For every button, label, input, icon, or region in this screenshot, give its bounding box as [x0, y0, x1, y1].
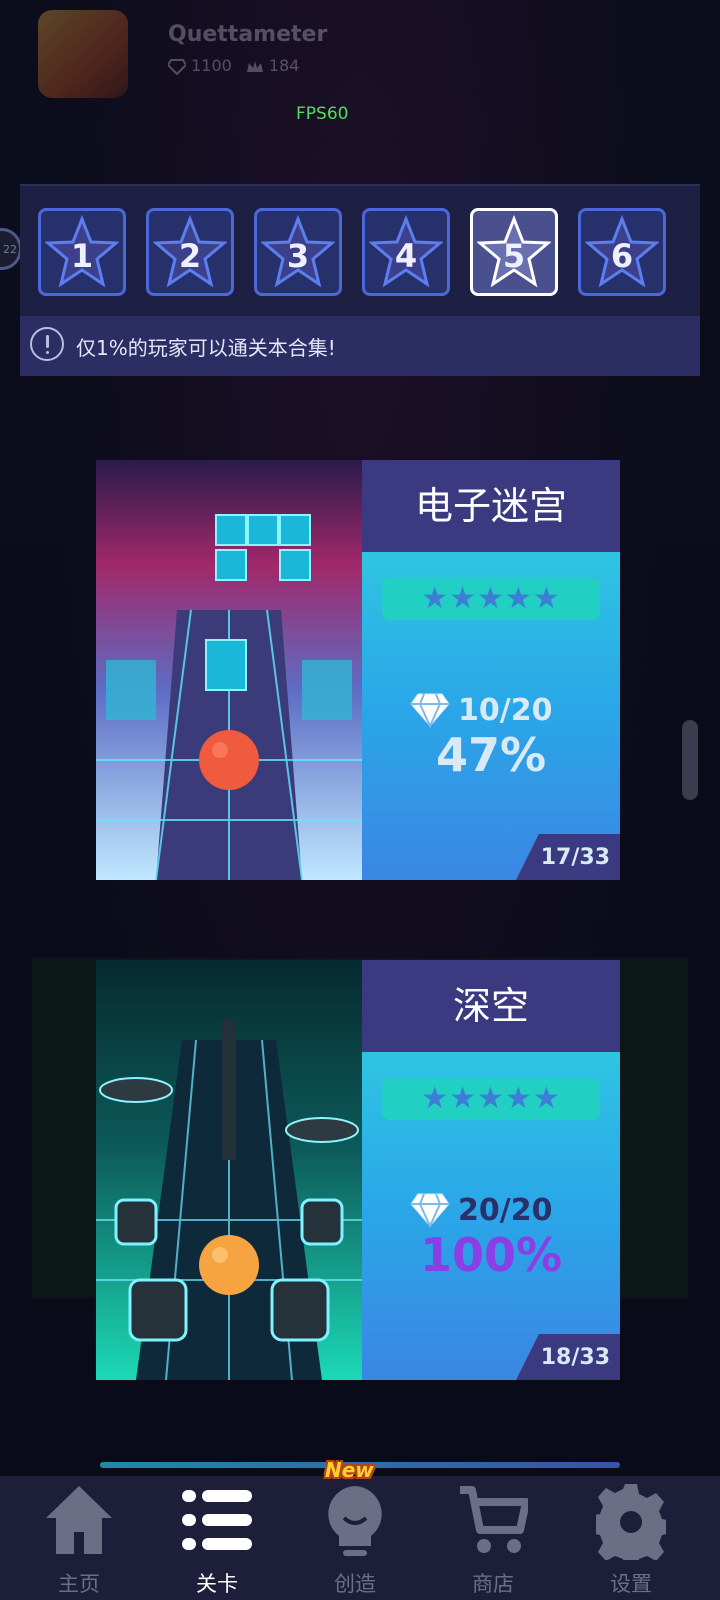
crown-icon — [246, 60, 263, 72]
tab-number: 2 — [178, 237, 202, 275]
collection-tab-2[interactable]: 2 — [146, 208, 234, 296]
gem-count: 20/20 — [458, 1192, 553, 1228]
collection-selector: 1 2 3 4 5 6 仅1%的玩家可以通关本合集! — [20, 184, 700, 376]
exclamation-icon — [30, 327, 64, 361]
fps-counter: FPS60 — [296, 104, 349, 124]
level-title: 电子迷宫 — [362, 460, 620, 552]
level-title: 深空 — [362, 960, 620, 1052]
level-card-1[interactable]: 电子迷宫 ★★★★★ 10/20 47% 17/33 — [96, 460, 620, 880]
tab-number: 4 — [394, 237, 418, 275]
player-stats: 1100 184 — [168, 56, 299, 75]
collection-notice: 仅1%的玩家可以通关本合集! — [20, 316, 700, 376]
nav-label: 商店 — [472, 1572, 514, 1596]
nav-label: 主页 — [58, 1572, 100, 1596]
nav-label: 设置 — [610, 1572, 652, 1596]
nav-home[interactable]: 主页 — [14, 1476, 144, 1600]
gem-count: 10/20 — [458, 692, 553, 728]
collection-tab-5[interactable]: 5 — [470, 208, 558, 296]
level-index: 17/33 — [516, 834, 620, 880]
nav-settings[interactable]: 设置 — [566, 1476, 696, 1600]
collection-tab-3[interactable]: 3 — [254, 208, 342, 296]
nav-shop[interactable]: 商店 — [428, 1476, 558, 1600]
tab-number: 6 — [610, 237, 634, 275]
tab-number: 1 — [70, 237, 94, 275]
player-name: Quettameter — [168, 22, 328, 47]
collection-tab-6[interactable]: 6 — [578, 208, 666, 296]
diamond-icon — [410, 693, 450, 728]
level-star-rating: ★★★★★ — [382, 578, 600, 620]
gear-icon — [596, 1484, 666, 1560]
list-icon — [182, 1490, 252, 1550]
crown-count: 184 — [268, 56, 300, 75]
new-badge: New — [325, 1458, 374, 1482]
bottom-navigation: 主页 关卡 创造 商店 设置 — [0, 1476, 720, 1600]
cart-icon — [460, 1486, 528, 1553]
gem-stat: 1100 — [168, 56, 232, 75]
star-rating-icons: ★★★★★ — [421, 581, 561, 616]
level-thumbnail — [96, 460, 362, 880]
star-rating-icons: ★★★★★ — [421, 1081, 561, 1116]
collection-tab-1[interactable]: 1 — [38, 208, 126, 296]
notice-text: 仅1%的玩家可以通关本合集! — [76, 336, 336, 360]
tab-number: 5 — [502, 237, 526, 275]
avatar — [38, 10, 128, 98]
completion-percent: 47% — [435, 728, 547, 782]
level-index: 18/33 — [516, 1334, 620, 1380]
player-profile: Quettameter 1100 184 — [38, 10, 678, 100]
gem-icon — [168, 58, 186, 75]
tab-number: 3 — [286, 237, 310, 275]
completion-percent: 100% — [419, 1228, 563, 1282]
nav-label: 创造 — [334, 1572, 376, 1596]
diamond-icon — [410, 1193, 450, 1228]
level-star-rating: ★★★★★ — [382, 1078, 600, 1120]
nav-create[interactable]: 创造 — [290, 1476, 420, 1600]
collection-tabs: 1 2 3 4 5 6 — [38, 208, 698, 300]
nav-label: 关卡 — [196, 1572, 238, 1596]
level-info: 电子迷宫 ★★★★★ 10/20 47% 17/33 — [362, 460, 620, 880]
gem-progress: 10/20 — [410, 688, 552, 732]
level-card-2[interactable]: 深空 ★★★★★ 20/20 100% 18/33 — [96, 960, 620, 1380]
level-thumbnail — [96, 960, 362, 1380]
level-info: 深空 ★★★★★ 20/20 100% 18/33 — [362, 960, 620, 1380]
gem-count: 1100 — [191, 56, 232, 75]
crown-stat: 184 — [246, 56, 300, 75]
nav-levels[interactable]: 关卡 — [152, 1476, 282, 1600]
home-icon — [46, 1486, 112, 1554]
lightbulb-icon — [328, 1486, 382, 1556]
scrollbar-thumb[interactable] — [682, 720, 698, 800]
gem-progress: 20/20 — [410, 1188, 552, 1232]
collection-tab-4[interactable]: 4 — [362, 208, 450, 296]
